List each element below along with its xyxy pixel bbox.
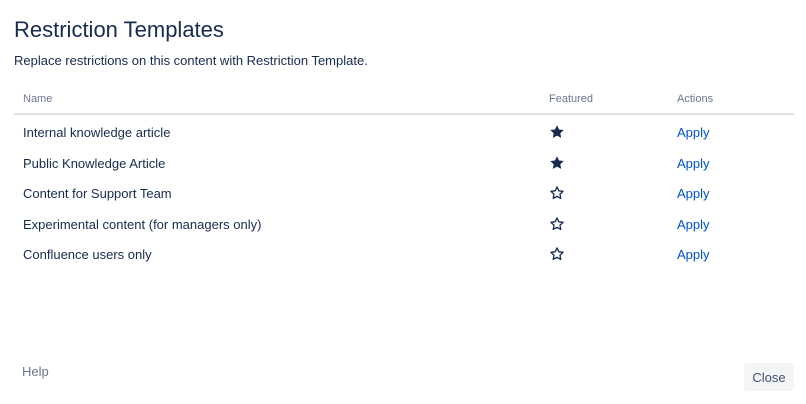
template-name: Public Knowledge Article [23,155,166,171]
table-row: Content for Support Team Apply [14,178,794,209]
column-header-actions: Actions [677,93,714,105]
table-row: Internal knowledge article Apply [14,117,794,148]
star-outline-icon[interactable] [549,185,565,201]
apply-link[interactable]: Apply [677,186,710,201]
table-row: Experimental content (for managers only)… [14,209,794,240]
apply-link[interactable]: Apply [677,247,710,262]
column-header-featured: Featured [549,93,594,105]
apply-link[interactable]: Apply [677,125,710,140]
restriction-templates-dialog: Restriction Templates Replace restrictio… [0,0,806,404]
column-header-name: Name [23,93,53,105]
apply-link[interactable]: Apply [677,217,710,232]
table-row: Confluence users only Apply [14,239,794,270]
table-row: Public Knowledge Article Apply [14,148,794,179]
table-body: Internal knowledge article Apply Public Kn… [14,115,794,270]
star-outline-icon[interactable] [549,246,565,262]
table-header: Name Featured Actions [14,88,794,115]
star-filled-icon[interactable] [549,155,565,171]
template-name: Internal knowledge article [23,125,171,140]
template-name: Confluence users only [23,247,152,262]
dialog-subtitle: Replace restrictions on this content wit… [14,53,368,68]
template-name: Experimental content (for managers only) [23,216,262,232]
close-button[interactable]: Close [744,363,794,391]
star-outline-icon[interactable] [549,216,565,232]
star-filled-icon[interactable] [549,124,565,140]
template-name: Content for Support Team [23,186,172,201]
dialog-title: Restriction Templates [14,17,224,42]
templates-table: Name Featured Actions Internal knowledge… [14,88,794,270]
help-link[interactable]: Help [22,364,49,379]
apply-link[interactable]: Apply [677,156,710,171]
